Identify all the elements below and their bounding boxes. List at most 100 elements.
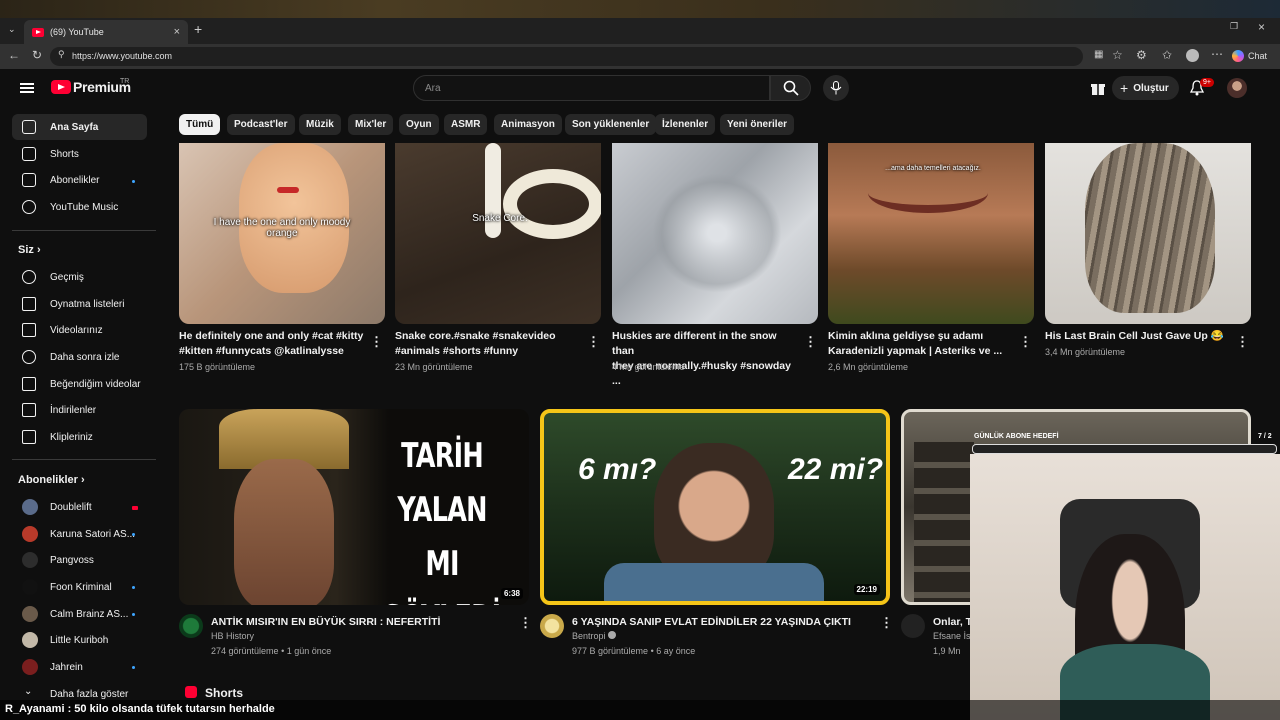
sidebar-item[interactable]: Geçmiş (12, 264, 147, 290)
channel-name[interactable]: Bentropi (572, 631, 617, 641)
sidebar-subscription[interactable]: Pangvoss (12, 547, 147, 573)
copilot-chat-button[interactable]: Chat (1232, 47, 1276, 65)
short-thumbnail[interactable]: I have the one and only moody orange (179, 143, 385, 324)
new-content-dot (132, 613, 135, 616)
sidebar-item-label: YouTube Music (50, 201, 119, 213)
sidebar-item[interactable]: Ana Sayfa (12, 114, 147, 140)
video-thumbnail[interactable]: TARİHYALAN MISÖYLEDİ 6:38 (179, 409, 529, 605)
short-title[interactable]: His Last Brain Cell Just Gave Up 😂 (1045, 329, 1231, 344)
short-title[interactable]: Snake core.#snake #snakevideo #animals #s… (395, 329, 581, 359)
desktop-background-strip (0, 0, 1280, 18)
sidebar-you-heading[interactable]: Siz › (18, 244, 41, 256)
chip-filter[interactable]: Tümü (179, 114, 221, 135)
new-tab-icon[interactable]: + (194, 21, 202, 37)
sweater-graphic (604, 563, 824, 601)
sidebar-item[interactable]: Abonelikler (12, 167, 147, 193)
sidebar-item[interactable]: Videolarınız (12, 317, 147, 343)
browser-tab[interactable]: (69) YouTube × (24, 20, 188, 44)
video-views: 274 görüntüleme • 1 gün önce (211, 646, 332, 656)
short-options-icon[interactable]: ⋮ (587, 334, 600, 350)
chevron-right-icon: › (36, 244, 41, 256)
video-options-icon[interactable]: ⋮ (519, 615, 532, 631)
channel-avatar[interactable] (901, 614, 925, 638)
video-views: 1,9 Mn (933, 646, 961, 656)
sidebar-item[interactable]: Beğendiğim videolar (12, 371, 147, 397)
short-thumbnail[interactable]: Snake Core. (395, 143, 601, 324)
chip-filter[interactable]: Son yüklenenler (565, 114, 657, 135)
sidebar-subscription[interactable]: Foon Kriminal (12, 574, 147, 600)
sidebar-item[interactable]: Klipleriniz (12, 424, 147, 450)
profile-icon[interactable] (1186, 49, 1199, 62)
sidebar-subscription[interactable]: Jahrein (12, 654, 147, 680)
video-title[interactable]: Onlar, T (933, 616, 972, 628)
gift-icon[interactable] (1090, 80, 1106, 96)
maximize-window-icon[interactable]: ❐ (1230, 21, 1238, 32)
channel-name[interactable]: Efsane İs (933, 631, 971, 641)
channel-avatar[interactable] (540, 614, 564, 638)
sidebar-subscription[interactable]: Little Kuriboh (12, 627, 147, 653)
chip-filter[interactable]: İzlenenler (655, 114, 716, 135)
favorites-icon[interactable]: ✩ (1162, 48, 1172, 62)
url-text: https://www.youtube.com (72, 51, 173, 61)
short-views: 23 Mn görüntüleme (395, 362, 473, 372)
chip-filter[interactable]: Mix'ler (348, 114, 394, 135)
short-title[interactable]: Kimin aklına geldiyse şu adamı Karadenizl… (828, 329, 1014, 359)
sidebar-subscription[interactable]: Karuna Satori AS... (12, 521, 147, 547)
sidebar-item[interactable]: Daha sonra izle (12, 344, 147, 370)
sidebar-item[interactable]: İndirilenler (12, 397, 147, 423)
stream-chat-message: R_Ayanami : 50 kilo olsanda tüfek tutars… (0, 700, 1280, 720)
short-title[interactable]: Huskies are different in the snow than th… (612, 329, 798, 389)
goal-label: GÜNLÜK ABONE HEDEFİ (974, 433, 1059, 440)
back-icon[interactable]: ← (8, 48, 20, 62)
short-thumbnail[interactable]: ...ama daha temelleri atacağız. (828, 143, 1034, 324)
account-avatar[interactable] (1227, 78, 1247, 98)
chip-filter[interactable]: Müzik (299, 114, 341, 135)
tab-list-icon[interactable]: ⌄ (8, 24, 16, 35)
sidebar-item[interactable]: Shorts (12, 141, 147, 167)
short-options-icon[interactable]: ⋮ (1236, 334, 1249, 350)
video-thumbnail-hovered[interactable]: 6 mı? 22 mi? 22:19 (540, 409, 890, 605)
channel-avatar[interactable] (179, 614, 203, 638)
sidebar-item[interactable]: Oynatma listeleri (12, 291, 147, 317)
video-options-icon[interactable]: ⋮ (880, 615, 893, 631)
search-placeholder: Ara (425, 83, 441, 94)
chip-filter[interactable]: Podcast'ler (227, 114, 295, 135)
url-field[interactable]: https://www.youtube.com (50, 47, 1083, 66)
sidebar-subscriptions-heading[interactable]: Abonelikler › (18, 474, 85, 486)
refresh-icon[interactable]: ↻ (32, 48, 42, 62)
short-views: 4 Mn görüntüleme (612, 362, 685, 372)
close-tab-icon[interactable]: × (174, 26, 180, 38)
scissors-icon (22, 430, 36, 444)
tab-title: (69) YouTube (50, 27, 104, 37)
extensions-icon[interactable]: ⚙ (1136, 48, 1147, 62)
short-thumbnail[interactable] (1045, 143, 1251, 324)
chip-filter[interactable]: ASMR (444, 114, 488, 135)
favorite-star-icon[interactable]: ☆ (1112, 48, 1123, 62)
apps-icon[interactable]: ▦ (1094, 49, 1103, 60)
live-indicator (132, 506, 138, 510)
voice-search-button[interactable] (823, 75, 849, 101)
short-title[interactable]: He definitely one and only #cat #kitty #k… (179, 329, 365, 359)
search-button[interactable] (770, 75, 811, 101)
sidebar-subscription[interactable]: Calm Brainz AS... (12, 601, 147, 627)
chip-filter[interactable]: Animasyon (494, 114, 562, 135)
chip-filter[interactable]: Oyun (399, 114, 439, 135)
video-title[interactable]: ANTİK MISIR'IN EN BÜYÜK SIRRI : NEFERTİT… (211, 616, 440, 628)
sidebar-item[interactable]: YouTube Music (12, 194, 147, 220)
close-window-icon[interactable]: × (1258, 20, 1265, 34)
short-options-icon[interactable]: ⋮ (804, 334, 817, 350)
short-options-icon[interactable]: ⋮ (370, 334, 383, 350)
chat-text: : 50 kilo olsanda tüfek tutarsın herhald… (67, 703, 275, 715)
sidebar-subscription[interactable]: Doublelift (12, 494, 147, 520)
chip-filter[interactable]: Yeni öneriler (720, 114, 795, 135)
more-menu-icon[interactable]: ⋯ (1211, 47, 1223, 61)
site-info-icon[interactable]: ⚲ (58, 49, 65, 60)
youtube-logo-icon[interactable] (51, 80, 71, 94)
search-input[interactable]: Ara (413, 75, 770, 101)
short-thumbnail[interactable] (612, 143, 818, 324)
short-options-icon[interactable]: ⋮ (1019, 334, 1032, 350)
video-title[interactable]: 6 YAŞINDA SANIP EVLAT EDİNDİLER 22 YAŞIN… (572, 616, 851, 628)
create-button[interactable]: + Oluştur (1112, 76, 1179, 100)
menu-icon[interactable] (20, 83, 34, 93)
channel-name[interactable]: HB History (211, 631, 254, 641)
